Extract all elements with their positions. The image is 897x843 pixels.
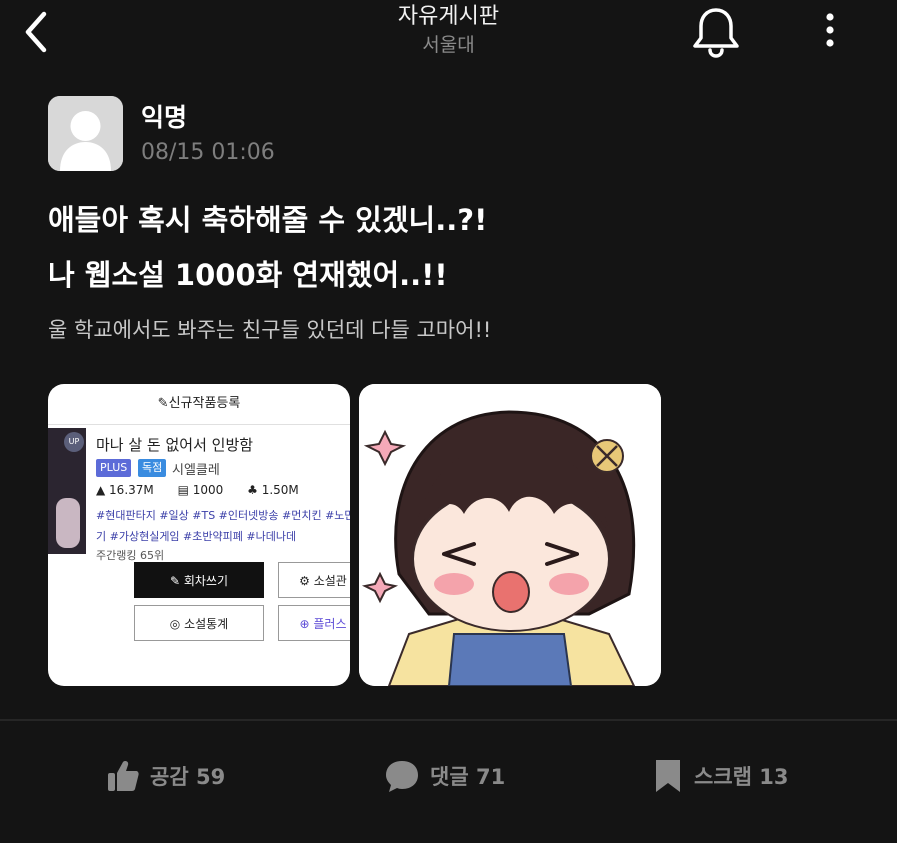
weekly-rank: 주간랭킹 65위 bbox=[96, 549, 165, 562]
like-button[interactable]: 공감 59 bbox=[106, 756, 225, 796]
plus-badge: PLUS bbox=[96, 459, 132, 477]
notification-button[interactable] bbox=[688, 4, 744, 60]
post-timestamp: 08/15 01:06 bbox=[141, 140, 275, 165]
chevron-left-icon bbox=[25, 11, 47, 53]
post-body: 울 학교에서도 봐주는 친구들 있던데 다들 고마어!! bbox=[48, 318, 492, 342]
up-badge: UP bbox=[64, 432, 84, 452]
default-avatar-icon bbox=[48, 96, 123, 171]
like-count-label: 공감 59 bbox=[150, 765, 226, 789]
novel-tags: #현대판타지 #일상 #TS #인터넷방송 #먼치킨 #노만 기 #가상현실게임… bbox=[96, 505, 350, 547]
tags-line: #현대판타지 #일상 #TS #인터넷방송 #먼치킨 #노만 bbox=[96, 509, 350, 522]
tags-line: 기 #가상현실게임 #초반약피폐 #나데나데 bbox=[96, 530, 297, 543]
post-title-line: 나 웹소설 1000화 연재했어..!! bbox=[48, 258, 448, 292]
post-title: 애들아 혹시 축하해줄 수 있겠니..?! 나 웹소설 1000화 연재했어..… bbox=[48, 193, 487, 303]
novel-manage-button: ⚙ 소설관 bbox=[278, 562, 350, 598]
novel-title: 마나 살 돈 없어서 인방함 bbox=[96, 436, 254, 454]
views-stat: ▲ 16.37M bbox=[96, 483, 154, 497]
section-divider bbox=[0, 719, 897, 721]
top-bar: 자유게시판 서울대 bbox=[0, 0, 897, 80]
comment-icon bbox=[386, 761, 418, 792]
episodes-stat: ▤ 1000 bbox=[177, 483, 224, 497]
author-name: 익명 bbox=[141, 103, 188, 132]
scrap-button[interactable]: 스크랩 13 bbox=[652, 756, 789, 796]
comment-button[interactable]: 댓글 71 bbox=[384, 756, 505, 796]
bell-icon bbox=[693, 8, 739, 58]
more-options-button[interactable] bbox=[812, 8, 848, 52]
board-title-group: 자유게시판 서울대 bbox=[0, 2, 897, 58]
plus-button: ⊕ 플러스 bbox=[278, 605, 350, 641]
novel-stats: ▲ 16.37M ▤ 1000 ♣ 1.50M bbox=[96, 483, 319, 497]
novel-stats-button: ◎ 소설통계 bbox=[134, 605, 264, 641]
anime-girl-sticker bbox=[359, 384, 661, 686]
recommends-stat: ♣ 1.50M bbox=[247, 483, 299, 497]
author-avatar bbox=[48, 96, 123, 171]
post-image-sticker[interactable] bbox=[359, 384, 661, 686]
comment-count-label: 댓글 71 bbox=[430, 765, 506, 789]
school-name: 서울대 bbox=[422, 34, 475, 56]
exclusive-badge: 독점 bbox=[138, 459, 167, 477]
board-title: 자유게시판 bbox=[397, 4, 500, 29]
back-button[interactable] bbox=[18, 10, 62, 54]
more-vertical-icon bbox=[826, 13, 834, 47]
screenshot-header: ✎신규작품등록 bbox=[48, 384, 350, 425]
novel-author: 시엘클레 bbox=[172, 463, 220, 478]
write-episode-button: ✎ 회차쓰기 bbox=[134, 562, 264, 598]
thumbs-up-icon bbox=[108, 761, 139, 791]
post-image-screenshot[interactable]: ✎신규작품등록 UP 마나 살 돈 없어서 인방함 PLUS 독점 시엘클레 ▲… bbox=[48, 384, 350, 686]
post-title-line: 애들아 혹시 축하해줄 수 있겠니..?! bbox=[48, 203, 488, 237]
bookmark-icon bbox=[656, 760, 680, 792]
scrap-count-label: 스크랩 13 bbox=[694, 765, 789, 789]
